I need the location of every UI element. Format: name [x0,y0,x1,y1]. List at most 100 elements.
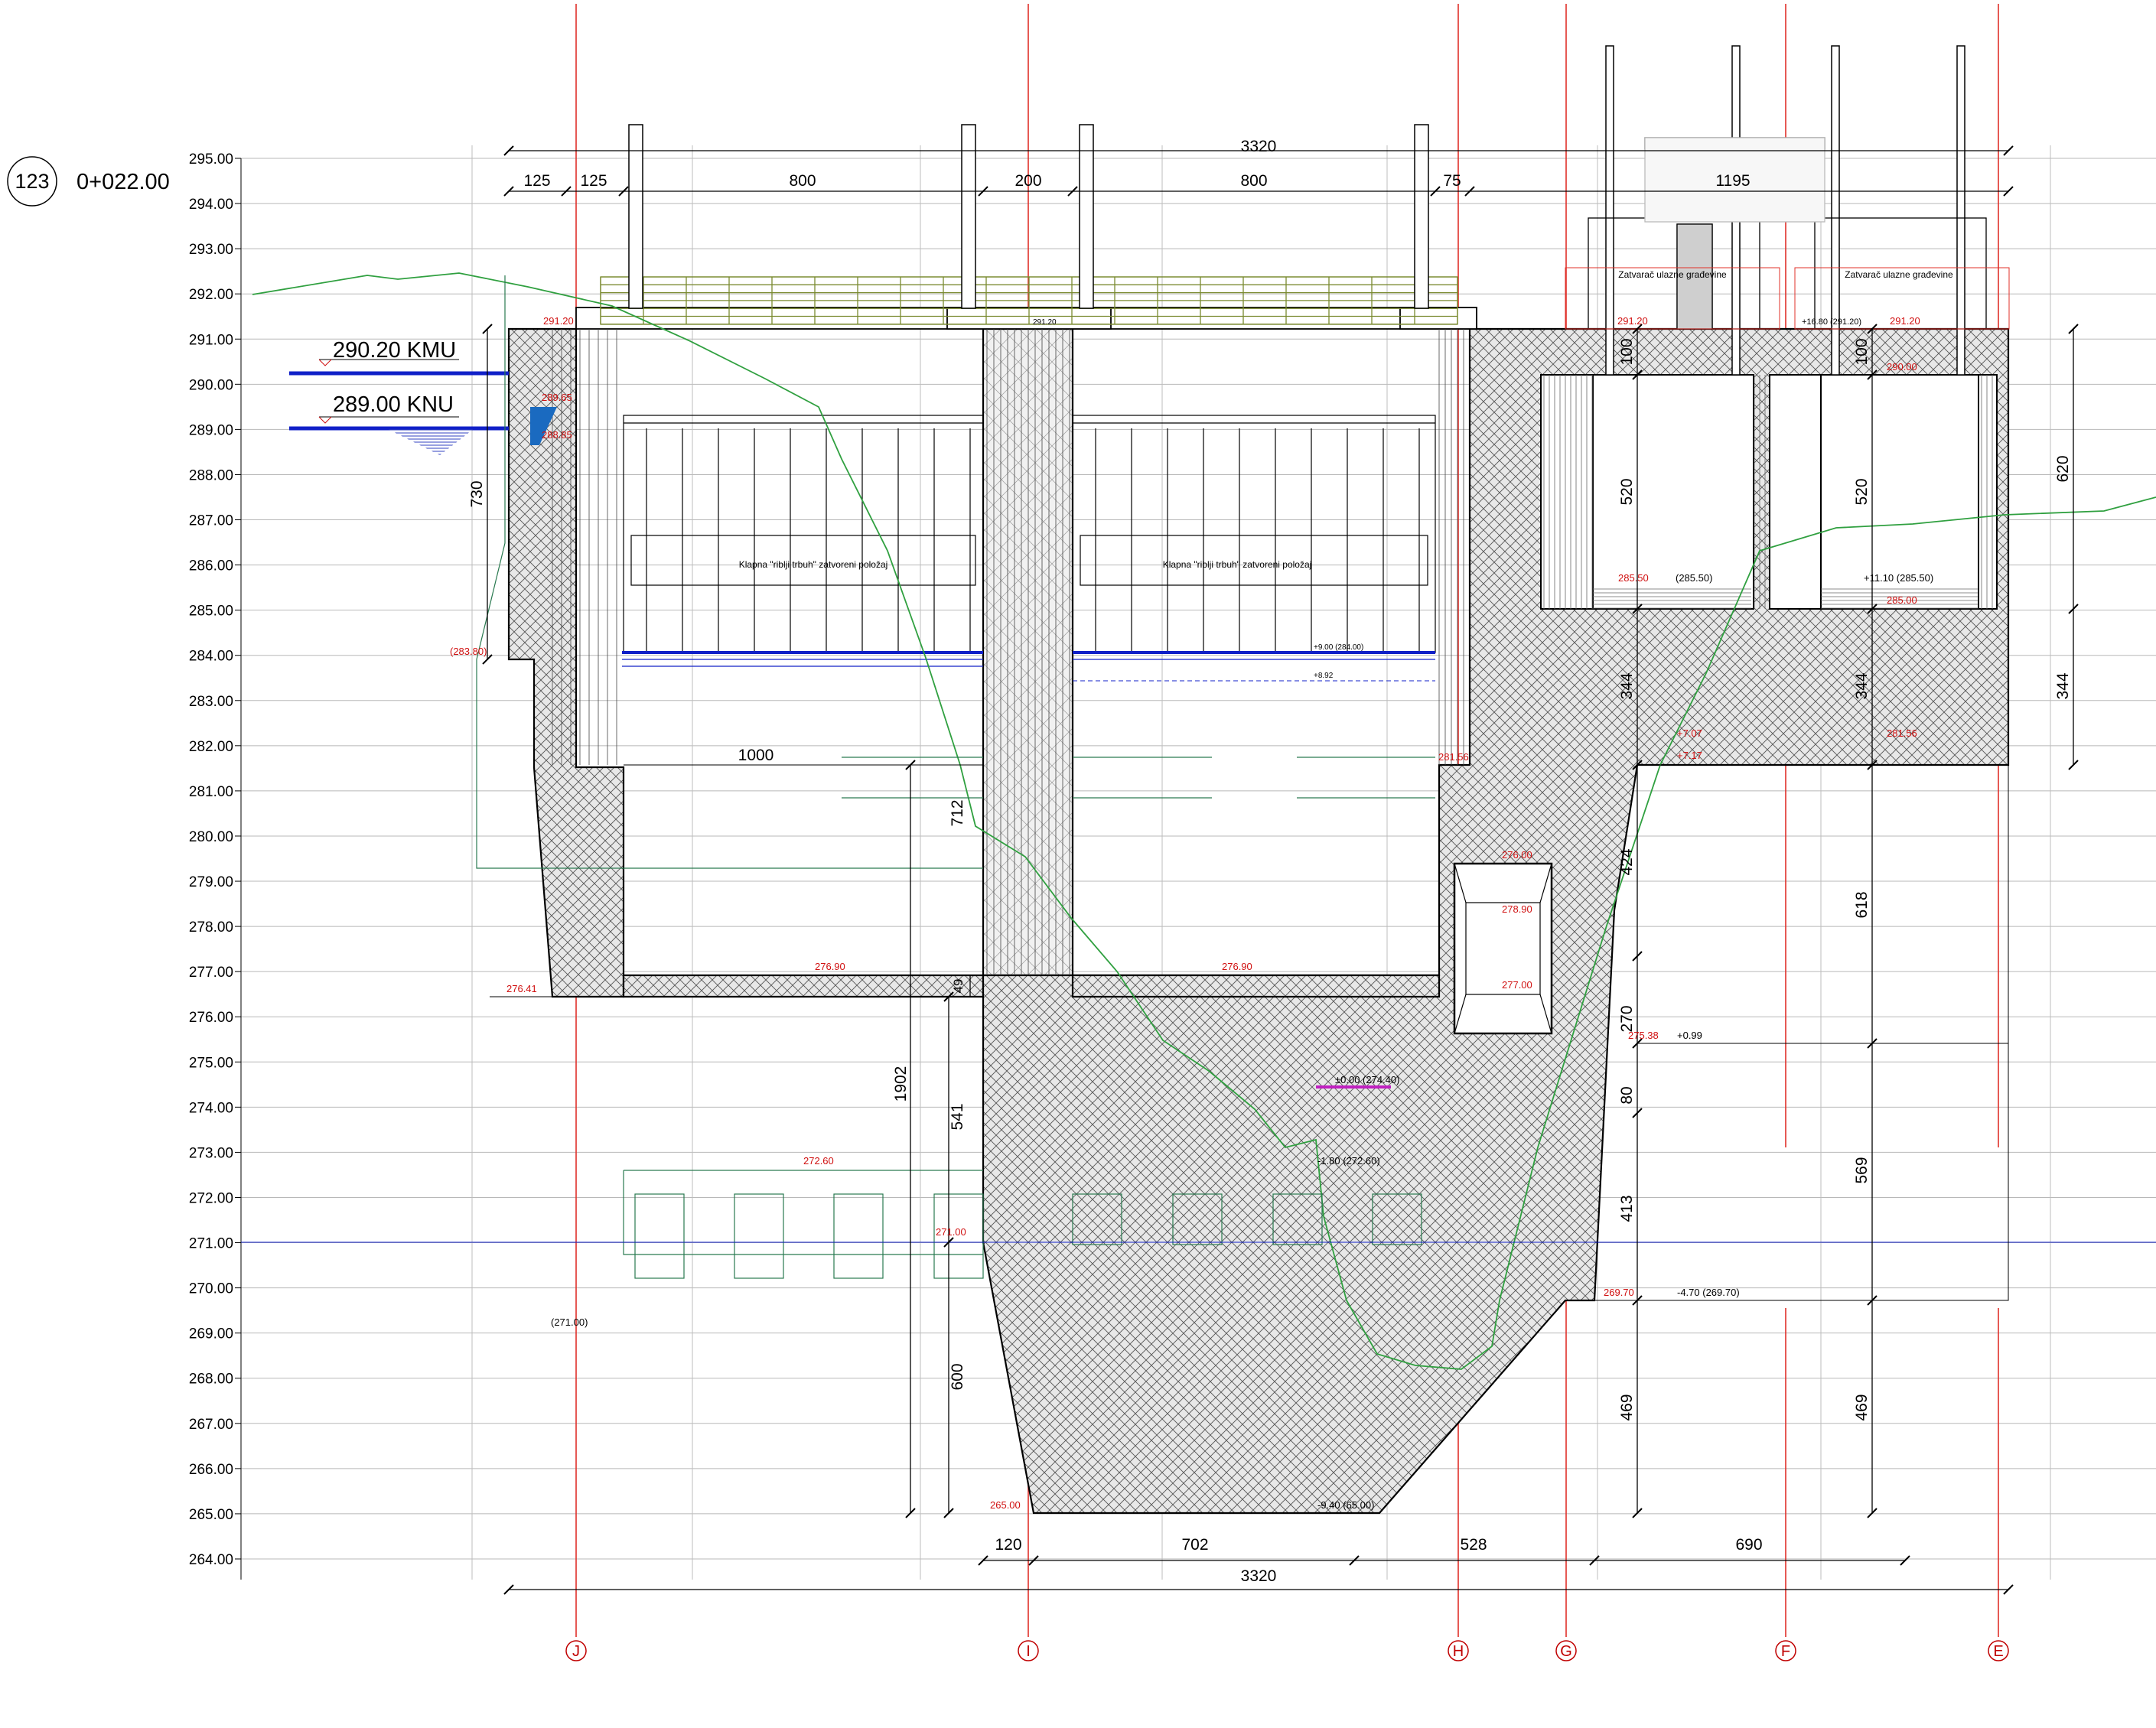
level-mark: -9.40 (65.00) [1317,1499,1374,1511]
dim-top-800a: 800 [789,172,816,190]
level-mark: 276.00 [1502,849,1532,861]
dim-730: 730 [468,480,486,507]
dim-top-125b: 125 [580,172,607,190]
level-mark: +9.00 (284.00) [1314,643,1363,652]
dim-f-520: 520 [1853,478,1871,505]
axis-j: J [572,1643,580,1660]
elevation-label: 266.00 [189,1462,233,1478]
axis-f: F [1781,1643,1790,1660]
elevation-label: 289.00 [189,422,233,438]
dim-g-80: 80 [1618,1086,1636,1104]
elevation-label: 270.00 [189,1281,233,1297]
grid-axis-bubbles: J I H G F E [565,1640,2009,1661]
elevation-label: 277.00 [189,965,233,981]
level-mark: (271.00) [551,1316,588,1328]
level-mark: (283.80) [450,646,487,657]
level-mark: 281.56 [1887,727,1917,739]
dim-49: 49 [951,979,966,994]
level-mark: 276.41 [506,983,537,994]
level-mark: -4.70 (269.70) [1677,1287,1740,1298]
shaft [1453,862,1553,1035]
flap-right-label: Klapna "riblji trbuh" zatvoreni položaj [1163,559,1312,570]
flap-panel [623,415,984,653]
dim-g-270: 270 [1618,1005,1636,1032]
dim-bottom-overall: 3320 [1241,1567,1277,1585]
dim-g-100: 100 [1618,338,1636,365]
section-number: 123 [15,170,49,193]
elevation-label: 279.00 [189,874,233,890]
level-mark: 291.20 [1033,318,1057,327]
dim-top-200: 200 [1014,172,1041,190]
elevation-label: 267.00 [189,1417,233,1433]
dim-344-right: 344 [2054,672,2072,699]
elevation-label: 276.00 [189,1010,233,1026]
level-mark: 291.20 [543,315,574,327]
dim-f-469: 469 [1853,1394,1871,1420]
dim-g-413: 413 [1618,1195,1636,1222]
axis-e: E [1993,1643,2003,1660]
elevation-label: 294.00 [189,197,233,213]
level-mark: (285.50) [1676,572,1712,584]
level-mark: 276.90 [1222,961,1252,972]
elevation-label: 287.00 [189,513,233,529]
dim-bottom-690: 690 [1735,1536,1762,1554]
level-mark: 291.20 [1890,315,1920,327]
flap-left-label: Klapna "riblji trbuh" zatvoreni položaj [739,559,888,570]
level-mark: 285.50 [1618,572,1649,584]
elevation-label: 290.00 [189,377,233,393]
gate-housing [1588,137,1987,330]
elevation-label: 282.00 [189,739,233,755]
level-mark: +7.07 [1677,727,1702,739]
level-mark: 288.85 [542,429,572,441]
dim-top-overall: 3320 [1241,138,1277,155]
elevation-label: 284.00 [189,649,233,665]
level-mark: -1.80 (272.60) [1317,1155,1380,1167]
level-mark: 265.00 [990,1499,1021,1511]
flap-panel [1072,415,1436,653]
gate-right-label: Zatvarač ulazne građevine [1845,269,1953,280]
dim-span-1000: 1000 [738,747,774,764]
level-mark: 281.56 [1438,751,1469,763]
elevation-label: 291.00 [189,332,233,348]
level-mark: 290.00 [1887,361,1917,373]
dim-f-618: 618 [1853,891,1871,918]
knu-label: 289.00 KNU [333,392,454,417]
dim-541: 541 [949,1103,966,1130]
elevation-label: 288.00 [189,467,233,483]
dim-f-344: 344 [1853,672,1871,699]
level-mark: +11.10 (285.50) [1864,572,1933,584]
kmu-label: 290.20 KMU [333,338,456,363]
level-mark: 275.38 [1628,1030,1659,1041]
level-mark: 271.00 [936,1226,966,1238]
gate-left-label: Zatvarač ulazne građevine [1618,269,1727,280]
elevation-label: 269.00 [189,1326,233,1342]
elevation-label: 275.00 [189,1055,233,1071]
elevation-label: 264.00 [189,1552,233,1568]
elevation-label: 274.00 [189,1100,233,1116]
level-mark: +7.17 [1677,750,1702,761]
elevation-label: 292.00 [189,287,233,303]
section-header: 123 0+022.00 [7,156,170,207]
dim-g-469: 469 [1618,1394,1636,1420]
dim-top-1195: 1195 [1715,172,1750,190]
level-mark: 291.20 [1617,315,1648,327]
level-mark: 272.60 [803,1155,834,1167]
elevation-label: 271.00 [189,1236,233,1252]
dim-g-344: 344 [1618,672,1636,699]
cross-section-drawing: 295.00 294.00 293.00 292.00 291.00 290.00 289.… [7,4,2156,1661]
dim-bottom-120: 120 [995,1536,1021,1554]
level-mark: +16.80 (291.20) [1802,317,1861,327]
dim-g-424: 424 [1618,848,1636,875]
dim-bottom-702: 702 [1181,1536,1208,1554]
dim-1902: 1902 [892,1066,910,1102]
axis-i: I [1026,1643,1031,1660]
dim-620: 620 [2054,455,2072,482]
dim-f-569: 569 [1853,1157,1871,1183]
axis-h: H [1453,1643,1464,1660]
level-mark: 278.90 [1502,903,1532,915]
level-mark: 277.00 [1502,979,1532,991]
level-mark: +8.92 [1314,672,1334,680]
level-mark: 269.70 [1604,1287,1634,1298]
elevation-label: 265.00 [189,1507,233,1523]
elevation-label: 285.00 [189,604,233,620]
